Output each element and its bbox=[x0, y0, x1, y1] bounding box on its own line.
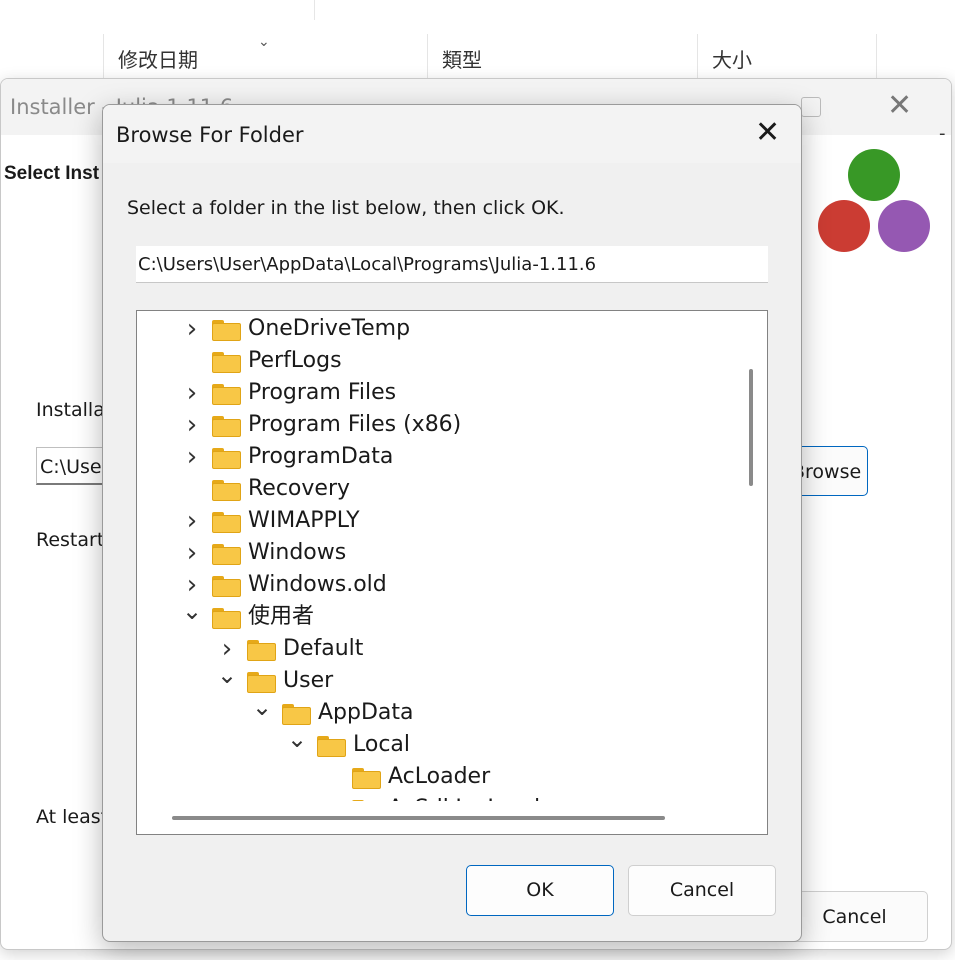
tree-item-label: Program Files bbox=[248, 380, 397, 405]
folder-icon bbox=[247, 640, 276, 661]
tree-item[interactable]: › Program Files (x86) bbox=[137, 409, 735, 441]
tree-item-label: WIMAPPLY bbox=[248, 508, 360, 533]
install-location-label: Installat bbox=[36, 399, 113, 421]
dialog-titlebar: Browse For Folder ✕ bbox=[103, 105, 801, 163]
tree-item[interactable]: AcLoader bbox=[137, 761, 735, 793]
column-modified-date-label: 修改日期 bbox=[118, 48, 198, 72]
folder-icon bbox=[212, 480, 241, 501]
ok-button[interactable]: OK bbox=[466, 865, 614, 916]
tree-item-label: Windows.old bbox=[248, 572, 387, 597]
folder-icon bbox=[212, 320, 241, 341]
julia-logo-green-dot bbox=[848, 149, 900, 201]
julia-logo-red-dot bbox=[818, 200, 870, 252]
tree-item-label: Program Files (x86) bbox=[248, 412, 462, 437]
horizontal-scrollbar[interactable] bbox=[172, 816, 665, 820]
restart-label: Restart bbox=[36, 529, 105, 551]
folder-icon bbox=[317, 736, 346, 757]
sort-chevron-icon: ⌄ bbox=[258, 34, 270, 50]
tree-item[interactable]: › Program Files bbox=[137, 377, 735, 409]
tree-item[interactable]: › Windows.old bbox=[137, 569, 735, 601]
installer-cancel-button[interactable]: Cancel bbox=[781, 891, 928, 942]
folder-tree-viewport: › OneDriveTemp PerfLogs › Program Files › Prog… bbox=[137, 311, 735, 801]
tree-item[interactable]: PerfLogs bbox=[137, 345, 735, 377]
toolbar-divider bbox=[314, 0, 315, 20]
chevron-down-icon[interactable]: ⌄ bbox=[287, 727, 307, 751]
chevron-right-icon[interactable]: › bbox=[182, 313, 202, 345]
column-type[interactable]: 類型 bbox=[427, 34, 697, 78]
column-size-label: 大小 bbox=[712, 48, 752, 72]
julia-logo-purple-dot bbox=[878, 200, 930, 252]
dialog-close-icon[interactable]: ✕ bbox=[755, 118, 780, 148]
tree-item-label: Default bbox=[283, 636, 364, 661]
tree-item-label: AcLoader bbox=[388, 764, 491, 789]
folder-icon bbox=[352, 800, 381, 801]
chevron-down-icon[interactable]: ⌄ bbox=[252, 695, 272, 719]
tree-item[interactable]: › OneDriveTemp bbox=[137, 313, 735, 345]
folder-icon bbox=[247, 672, 276, 693]
chevron-down-icon[interactable]: ⌄ bbox=[182, 599, 202, 623]
tree-item-label: OneDriveTemp bbox=[248, 316, 411, 341]
chevron-right-icon[interactable]: › bbox=[182, 537, 202, 569]
chevron-right-icon[interactable]: › bbox=[182, 441, 202, 473]
browse-for-folder-dialog: Browse For Folder ✕ Select a folder in t… bbox=[102, 104, 802, 942]
folder-icon bbox=[212, 448, 241, 469]
cancel-button[interactable]: Cancel bbox=[628, 865, 776, 916]
column-type-label: 類型 bbox=[442, 48, 482, 72]
tree-item-label: AcSdkInsLoader bbox=[388, 793, 563, 801]
chevron-down-icon[interactable]: ⌄ bbox=[217, 663, 237, 687]
tree-item-label: Local bbox=[353, 732, 411, 757]
tree-item[interactable]: › WIMAPPLY bbox=[137, 505, 735, 537]
tree-item[interactable]: ⌄ Local bbox=[137, 727, 735, 761]
tree-item[interactable]: Recovery bbox=[137, 473, 735, 505]
folder-icon bbox=[282, 704, 311, 725]
tree-item[interactable]: ⌄ User bbox=[137, 663, 735, 697]
tree-item[interactable]: ⌄ 使用者 bbox=[137, 599, 735, 633]
tree-item[interactable]: › Windows bbox=[137, 537, 735, 569]
folder-icon bbox=[212, 608, 241, 629]
folder-icon bbox=[212, 384, 241, 405]
dialog-title: Browse For Folder bbox=[116, 123, 304, 147]
tree-item[interactable]: › ProgramData bbox=[137, 441, 735, 473]
tree-item[interactable]: AcSdkInsLoader bbox=[137, 793, 735, 801]
tree-item-label: ProgramData bbox=[248, 444, 394, 469]
folder-icon bbox=[212, 576, 241, 597]
tree-item-label: PerfLogs bbox=[248, 348, 342, 373]
maximize-icon[interactable] bbox=[801, 97, 821, 117]
tree-item-label: 使用者 bbox=[248, 604, 315, 629]
explorer-column-header: 修改日期 ⌄ 類型 大小 bbox=[0, 34, 955, 78]
vertical-scrollbar[interactable] bbox=[749, 369, 753, 486]
installer-heading: Select Inst bbox=[4, 163, 100, 184]
folder-icon bbox=[352, 768, 381, 789]
installer-close-icon[interactable]: ✕ bbox=[887, 91, 912, 121]
chevron-right-icon[interactable]: › bbox=[182, 505, 202, 537]
selected-path-field[interactable]: C:\Users\User\AppData\Local\Programs\Jul… bbox=[136, 246, 768, 283]
tree-item-label: User bbox=[283, 668, 334, 693]
folder-icon bbox=[212, 544, 241, 565]
tree-item-label: Windows bbox=[248, 540, 347, 565]
folder-tree[interactable]: › OneDriveTemp PerfLogs › Program Files › Prog… bbox=[136, 310, 768, 835]
disk-space-label: At least bbox=[36, 806, 109, 828]
explorer-toolbar bbox=[0, 0, 955, 35]
folder-icon bbox=[212, 416, 241, 437]
chevron-right-icon[interactable]: › bbox=[182, 377, 202, 409]
tree-item[interactable]: ⌄ AppData bbox=[137, 695, 735, 729]
folder-icon bbox=[212, 512, 241, 533]
dialog-prompt: Select a folder in the list below, then … bbox=[127, 197, 565, 219]
folder-icon bbox=[212, 352, 241, 373]
chevron-right-icon[interactable]: › bbox=[182, 409, 202, 441]
tree-item-label: Recovery bbox=[248, 476, 351, 501]
minimize-dash: - bbox=[939, 123, 946, 144]
column-size[interactable]: 大小 bbox=[697, 34, 877, 78]
tree-item-label: AppData bbox=[318, 700, 414, 725]
